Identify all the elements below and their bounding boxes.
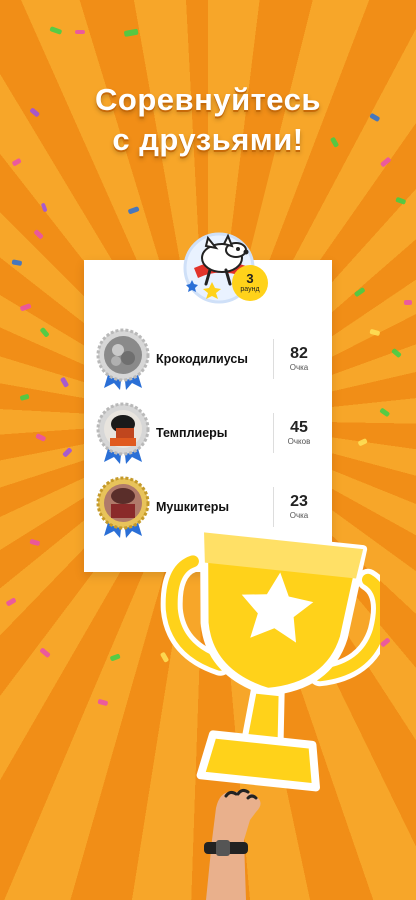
score-unit: Очка (289, 363, 309, 372)
team-name: Темплиеры (156, 426, 228, 440)
silver-medal-icon (96, 402, 150, 464)
team-name: Мушкитеры (156, 500, 230, 514)
score: 45 Очков (274, 419, 324, 447)
score-value: 23 (290, 493, 308, 510)
silver-medal-icon (96, 328, 150, 390)
score-value: 82 (290, 345, 308, 362)
score: 23 Очка (274, 493, 324, 521)
hand-icon (204, 788, 261, 900)
headline-line-1: Соревнуйтесь (95, 82, 321, 117)
gold-medal-icon (96, 476, 150, 538)
score-value: 45 (290, 419, 308, 436)
round-number: 3 (246, 271, 254, 286)
leaderboard-row: Крокодилиусы 82 Очка (96, 328, 324, 390)
team-name: Крокодилиусы (156, 352, 248, 366)
headline: Соревнуйтесь с друзьями! (0, 80, 416, 160)
trophy-icon (160, 528, 380, 792)
leaderboard-row: Темплиеры 45 Очков (96, 402, 324, 464)
round-badge: 3 раунд (232, 265, 268, 301)
headline-line-2: с друзьями! (112, 122, 304, 157)
round-label: раунд (240, 286, 260, 293)
score-unit: Очков (287, 437, 311, 446)
score: 82 Очка (274, 345, 324, 373)
